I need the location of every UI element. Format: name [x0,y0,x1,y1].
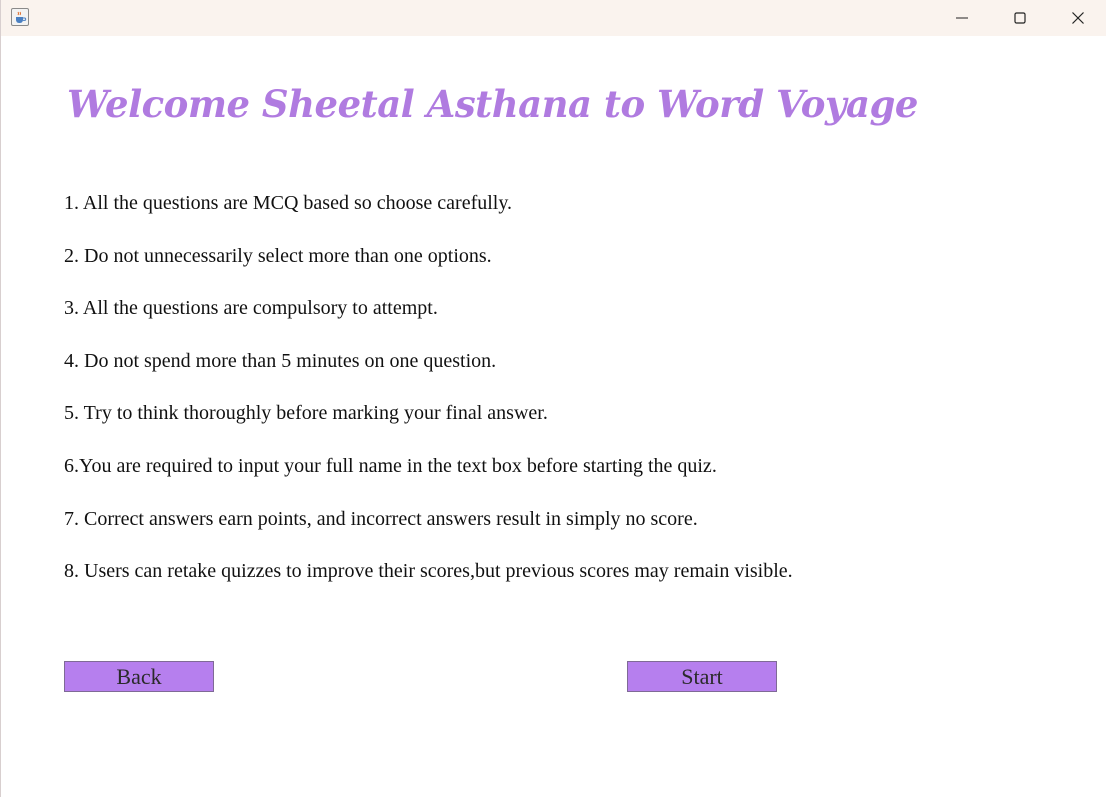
minimize-button[interactable] [939,0,985,36]
rule-item: 4. Do not spend more than 5 minutes on o… [64,349,497,372]
rule-item: 6.You are required to input your full na… [64,454,717,477]
maximize-icon [1014,12,1026,24]
rule-item: 2. Do not unnecessarily select more than… [64,244,492,267]
java-coffee-icon[interactable] [11,8,29,26]
start-button[interactable]: Start [627,661,777,692]
minimize-icon [956,17,968,19]
back-button[interactable]: Back [64,661,214,692]
rules-list: 1. All the questions are MCQ based so ch… [64,188,793,609]
title-bar[interactable] [1,0,1106,36]
app-window: Welcome Sheetal Asthana to Word Voyage 1… [0,0,1106,797]
rule-item: 8. Users can retake quizzes to improve t… [64,560,793,583]
rule-item: 7. Correct answers earn points, and inco… [64,507,698,530]
close-button[interactable] [1055,0,1101,36]
rule-item: 1. All the questions are MCQ based so ch… [64,192,513,214]
rule-item: 5. Try to think thoroughly before markin… [64,402,548,425]
maximize-button[interactable] [997,0,1043,36]
page-title: Welcome Sheetal Asthana to Word Voyage [67,82,918,126]
close-icon [1072,12,1084,24]
rule-item: 3. All the questions are compulsory to a… [64,297,438,320]
